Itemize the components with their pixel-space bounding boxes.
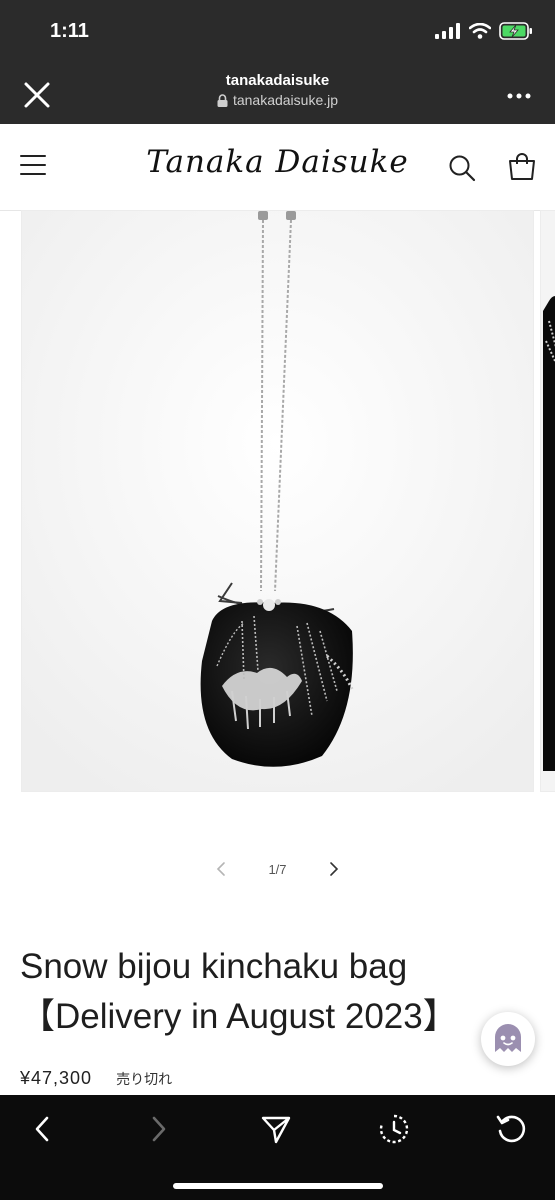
more-icon (507, 93, 531, 99)
status-icons (435, 22, 533, 40)
browser-header: tanakadaisuke tanakadaisuke.jp (0, 64, 555, 124)
search-button[interactable] (448, 154, 476, 182)
share-icon (261, 1116, 291, 1144)
forward-button[interactable] (143, 1113, 175, 1145)
product-title: Snow bijou kinchaku bag 【Delivery in Aug… (20, 947, 458, 1036)
next-image-preview[interactable] (540, 210, 555, 792)
bag-icon (509, 153, 535, 180)
sold-out-badge: 売り切れ (116, 1071, 173, 1087)
share-button[interactable] (260, 1113, 292, 1145)
bag-preview-image (543, 296, 555, 771)
url-text: tanakadaisuke.jp (232, 92, 339, 108)
url-row: tanakadaisuke.jp (0, 92, 555, 108)
product-price: ¥47,300 (20, 1068, 93, 1088)
more-button[interactable] (507, 82, 531, 102)
url-block: tanakadaisuke tanakadaisuke.jp (0, 72, 555, 108)
chevron-right-icon (152, 1116, 166, 1142)
status-time: 1:11 (50, 20, 89, 42)
site-header: Tanaka Daisuke (0, 124, 555, 211)
history-icon (379, 1114, 409, 1144)
cart-button[interactable] (507, 152, 537, 182)
gallery-pager: 1/7 (0, 856, 555, 882)
previous-image-button[interactable] (210, 858, 232, 880)
signal-icon (435, 23, 460, 39)
chat-button[interactable] (481, 1012, 535, 1066)
chevron-left-icon (217, 862, 226, 876)
wifi-icon (469, 23, 491, 39)
site-name: tanakadaisuke (225, 72, 330, 89)
product-image[interactable] (21, 210, 534, 792)
next-image-button[interactable] (323, 858, 345, 880)
product-gallery[interactable] (0, 210, 555, 795)
chevron-left-icon (35, 1116, 49, 1142)
image-counter: 1/7 (268, 861, 287, 877)
price-row: ¥47,300 売り切れ (20, 1068, 172, 1089)
history-button[interactable] (378, 1113, 410, 1145)
reload-button[interactable] (495, 1113, 527, 1145)
home-indicator (173, 1183, 383, 1189)
chevron-right-icon (329, 862, 338, 876)
ghost-avatar-icon (495, 1024, 521, 1052)
lock-icon (217, 93, 228, 107)
reload-icon (496, 1115, 526, 1143)
kinchaku-bag-image (22, 211, 533, 791)
status-bar: 1:11 (0, 0, 555, 64)
search-icon (449, 155, 476, 182)
back-button[interactable] (26, 1113, 58, 1145)
battery-charging-icon (499, 22, 532, 40)
